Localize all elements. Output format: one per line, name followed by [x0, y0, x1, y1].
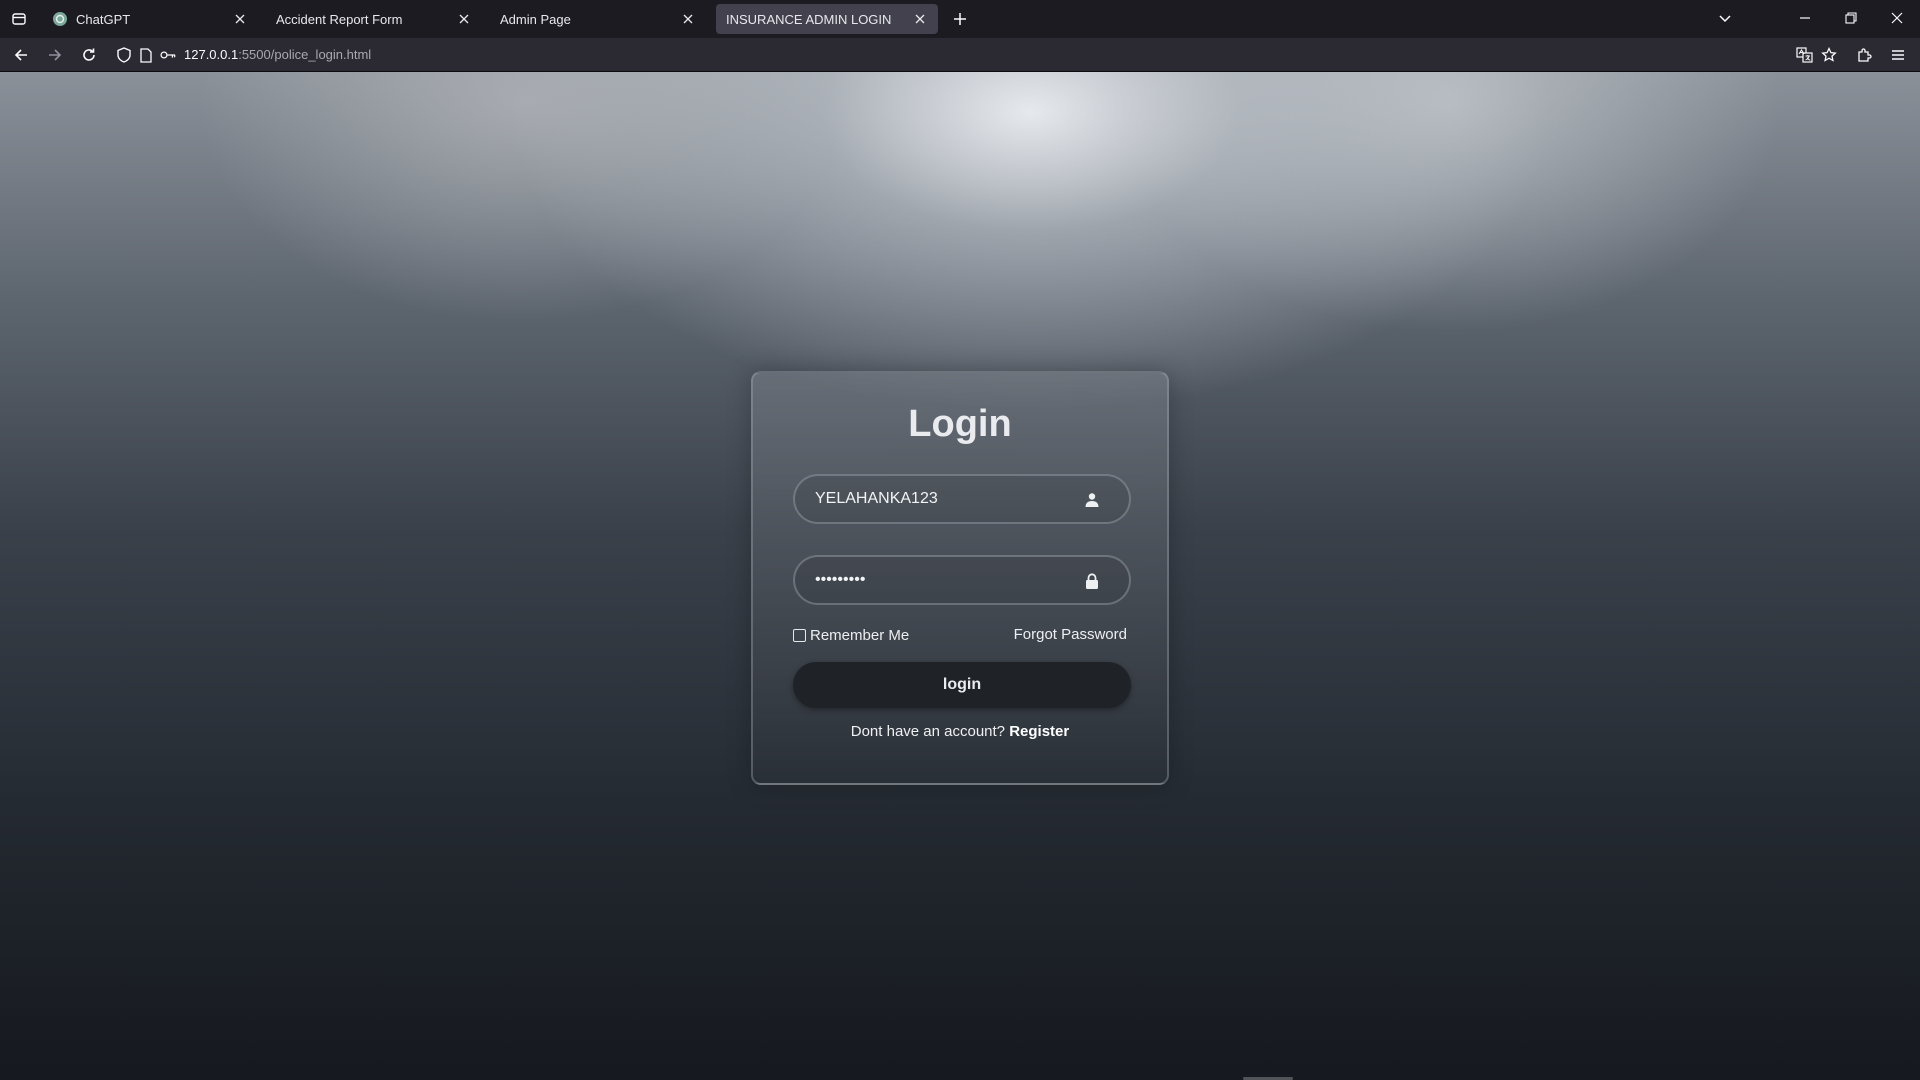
restore-icon: [1845, 12, 1857, 24]
remember-me-label: Remember Me: [810, 626, 910, 644]
tab-bar: ChatGPT Accident Report Form Admin Page …: [0, 0, 1920, 38]
arrow-right-icon: [49, 49, 62, 61]
chevron-down-icon: [1719, 15, 1731, 23]
close-icon[interactable]: [912, 11, 928, 27]
navigation-bar: 127.0.0.1:5500/police_login.html: [0, 38, 1920, 72]
plus-icon: [954, 13, 966, 25]
chatgpt-icon: [52, 11, 68, 27]
reload-icon: [83, 48, 95, 61]
tab-accident-report-form[interactable]: Accident Report Form: [266, 4, 482, 34]
tab-list-icon: [12, 13, 26, 25]
tab-chatgpt[interactable]: ChatGPT: [42, 4, 258, 34]
reload-button[interactable]: [76, 42, 102, 68]
url-host: 127.0.0.1: [184, 47, 239, 62]
remember-me[interactable]: Remember Me: [793, 626, 909, 644]
translate-icon: [1796, 47, 1813, 63]
password-field: [793, 555, 1131, 605]
page-background: Login Remember Me Forgot Password login …: [0, 72, 1920, 1080]
username-input[interactable]: [795, 476, 1129, 522]
tab-title: Accident Report Form: [276, 11, 403, 27]
extensions-button[interactable]: [1851, 42, 1877, 68]
address-bar[interactable]: 127.0.0.1:5500/police_login.html: [184, 47, 371, 63]
close-icon: [1891, 12, 1903, 24]
login-button[interactable]: login: [793, 662, 1131, 708]
back-button[interactable]: [8, 42, 34, 68]
star-icon: [1821, 47, 1837, 62]
new-tab-button[interactable]: [947, 6, 973, 32]
remember-me-checkbox[interactable]: [793, 628, 806, 642]
close-icon[interactable]: [232, 11, 248, 27]
arrow-left-icon: [14, 49, 27, 61]
tab-list-button[interactable]: [6, 6, 32, 32]
tab-title: INSURANCE ADMIN LOGIN: [726, 11, 892, 27]
menu-button[interactable]: [1885, 42, 1911, 68]
tab-admin-page[interactable]: Admin Page: [490, 4, 706, 34]
tab-insurance-admin-login[interactable]: INSURANCE ADMIN LOGIN: [716, 4, 938, 34]
close-icon[interactable]: [680, 11, 696, 27]
puzzle-icon: [1858, 48, 1872, 62]
restore-button[interactable]: [1836, 4, 1866, 32]
register-link[interactable]: Register: [1009, 723, 1069, 740]
register-prompt-text: Dont have an account?: [850, 723, 1006, 740]
lock-icon: [1083, 572, 1101, 590]
key-icon[interactable]: [160, 47, 176, 63]
forgot-password-link[interactable]: Forgot Password: [1014, 626, 1127, 644]
hamburger-icon: [1892, 50, 1904, 60]
list-all-tabs-button[interactable]: [1710, 4, 1740, 32]
close-icon[interactable]: [456, 11, 472, 27]
password-input[interactable]: [795, 557, 1129, 603]
tab-title: Admin Page: [500, 11, 571, 27]
minimize-button[interactable]: [1790, 4, 1820, 32]
register-prompt: Dont have an account? Register: [753, 723, 1167, 740]
login-heading: Login: [908, 403, 1012, 445]
user-icon: [1083, 491, 1101, 509]
window-close-button[interactable]: [1882, 4, 1912, 32]
shield-icon[interactable]: [116, 47, 132, 63]
username-field: [793, 474, 1131, 524]
tab-title: ChatGPT: [76, 11, 131, 27]
forward-button[interactable]: [42, 42, 68, 68]
login-card: Login Remember Me Forgot Password login …: [751, 371, 1169, 785]
minimize-icon: [1800, 17, 1810, 19]
page-icon[interactable]: [138, 47, 154, 63]
translate-button[interactable]: [1792, 42, 1818, 68]
url-path: :5500/police_login.html: [238, 47, 372, 62]
bookmark-button[interactable]: [1816, 42, 1842, 68]
